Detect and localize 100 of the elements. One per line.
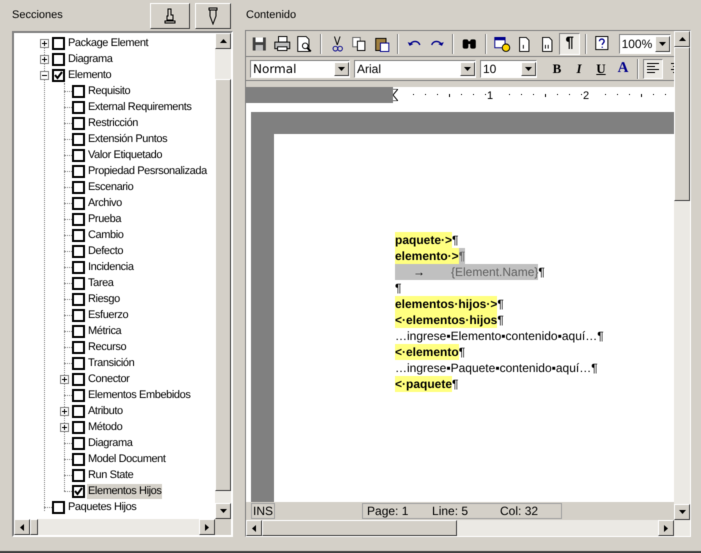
checkbox[interactable] [52,52,65,66]
checkbox[interactable] [72,132,85,146]
checkbox[interactable] [72,164,85,178]
tree-item[interactable]: Valor Etiquetado [87,148,164,162]
tree-item[interactable]: Escenario [87,180,134,194]
scroll-down-button[interactable] [215,503,231,519]
scroll-up-button[interactable] [674,31,690,47]
panel-title: Secciones [12,8,63,24]
align-left-button[interactable] [643,58,663,78]
template-tag: <·paquete [395,376,452,392]
font-size-combo[interactable]: 10 [480,60,537,78]
tree-item[interactable]: Propiedad Pesrsonalizada [87,164,208,178]
show-marks-button[interactable]: ¶ [559,32,580,54]
scroll-down-button[interactable] [674,504,690,520]
tree-item[interactable]: Elementos Embebidos [87,388,192,402]
tree-item[interactable]: Esfuerzo [87,308,130,322]
checkbox[interactable] [72,84,85,98]
scroll-up-button[interactable] [215,33,231,49]
tree-item[interactable]: Transición [87,356,136,370]
tree-item[interactable]: Run State [87,468,134,482]
scrollbar-thumb[interactable] [262,520,457,536]
checkbox[interactable] [72,212,85,226]
up-arrow-icon [678,37,686,41]
tree-item[interactable]: Método [87,420,124,434]
expand-toggle[interactable] [40,54,49,64]
bold-button[interactable]: B [547,58,567,78]
font-color-button[interactable]: A [613,58,633,78]
checkbox[interactable] [72,468,85,482]
toolbar-button[interactable] [195,3,231,29]
checkbox[interactable] [72,292,85,306]
tree-item[interactable]: Prueba [87,212,122,226]
tree-item[interactable]: Tarea [87,276,115,290]
checkbox[interactable] [72,116,85,130]
checkbox[interactable] [52,68,65,82]
checkbox[interactable] [72,372,85,386]
tree-item[interactable]: Diagrama [87,436,134,450]
checkbox[interactable] [72,484,85,498]
tree-item[interactable]: Elementos Hijos [87,484,162,498]
checkbox[interactable] [72,404,85,418]
checkbox[interactable] [52,36,65,50]
checkbox[interactable] [72,356,85,370]
tree-item[interactable]: Paquetes Hijos [67,500,138,514]
scroll-left-button[interactable] [246,520,262,536]
expand-toggle[interactable] [60,422,69,432]
down-arrow-icon [220,509,226,513]
checkbox[interactable] [72,244,85,258]
tree-item[interactable]: External Requirements [87,100,192,114]
expand-toggle[interactable] [40,38,49,48]
tree-item[interactable]: Métrica [87,324,122,338]
checkbox[interactable] [72,420,85,434]
collapse-toggle[interactable] [40,70,49,80]
template-tag: elementos·hijos·> [395,296,498,312]
underline-button[interactable]: U [591,58,611,78]
tree-item[interactable]: Recurso [87,340,128,354]
checkbox[interactable] [72,276,85,290]
checkbox[interactable] [52,500,65,514]
checkbox[interactable] [72,452,85,466]
checkbox[interactable] [72,228,85,242]
tree-item[interactable]: Riesgo [87,292,121,306]
checkbox[interactable] [72,260,85,274]
tree-item[interactable]: Restricción [87,116,140,130]
scroll-right-button[interactable] [199,519,215,535]
checkbox[interactable] [72,100,85,114]
tree-item[interactable]: Model Document [87,452,167,466]
tree-item[interactable]: Defecto [87,244,124,258]
expand-toggle[interactable] [60,374,69,384]
template-tag: elemento·> [395,248,459,264]
document-text: ¶ [458,344,466,360]
tree-item[interactable]: Cambio [87,228,125,242]
tree-item[interactable]: Requisito [87,84,132,98]
plus-icon [42,56,47,62]
tree-item[interactable]: Elemento [67,68,112,82]
tree-item[interactable]: Atributo [87,404,124,418]
checkbox[interactable] [72,324,85,338]
font-combo[interactable]: Arial [354,60,476,78]
style-combo[interactable]: Normal [250,60,350,78]
scrollbar-thumb[interactable] [30,519,38,535]
toolbar-button[interactable] [150,3,190,29]
expand-toggle[interactable] [60,406,69,416]
checkbox[interactable] [72,180,85,194]
tree-item[interactable]: Archivo [87,196,123,210]
zoom-combo[interactable]: 100% [618,34,671,54]
checkbox[interactable] [72,436,85,450]
template-tag: paquete·> [395,232,452,248]
checkbox[interactable] [72,388,85,402]
scrollbar-thumb[interactable] [215,79,231,491]
checkbox[interactable] [72,340,85,354]
left-arrow-icon [20,524,24,530]
tree-item[interactable]: Diagrama [67,52,114,66]
tree-item[interactable]: Extensión Puntos [87,132,168,146]
scroll-left-button[interactable] [14,519,30,535]
tree-item[interactable]: Incidencia [87,260,135,274]
checkbox[interactable] [72,148,85,162]
scrollbar-thumb[interactable] [674,47,690,201]
tree-item[interactable]: Conector [87,372,130,386]
checkbox[interactable] [72,196,85,210]
tree-item[interactable]: Package Element [67,36,150,50]
scroll-right-button[interactable] [658,520,674,536]
checkbox[interactable] [72,308,85,322]
italic-button[interactable]: I [569,58,589,78]
